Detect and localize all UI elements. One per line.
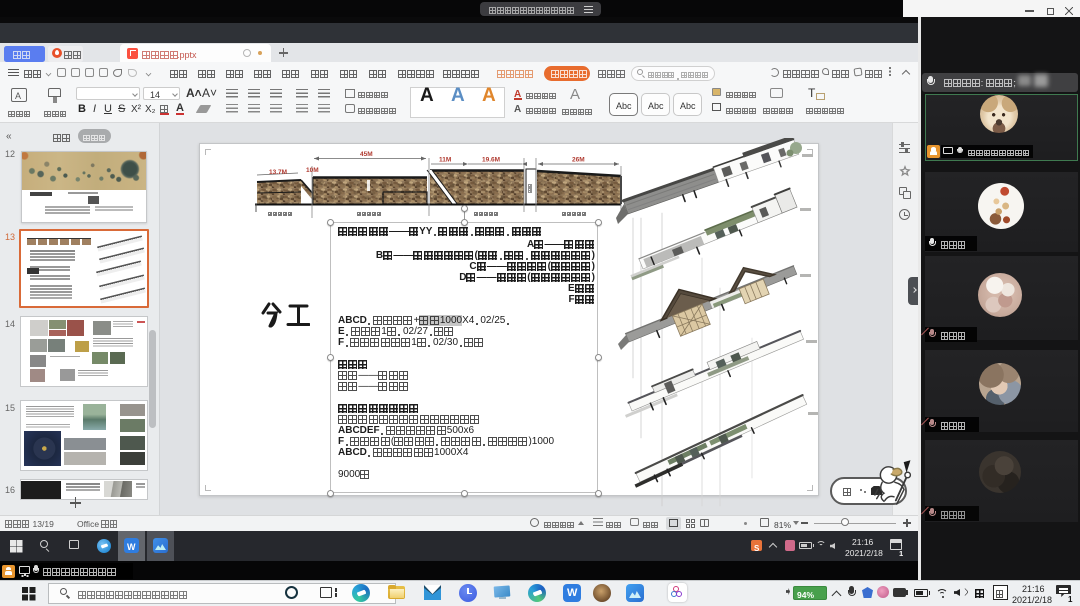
svg-text:19.6M: 19.6M <box>482 157 500 164</box>
svg-text:45M: 45M <box>360 151 373 158</box>
svg-text:10M: 10M <box>306 167 319 174</box>
svg-text:26M: 26M <box>572 157 585 164</box>
svg-text:13.7M: 13.7M <box>269 169 287 176</box>
svg-text:11M: 11M <box>439 157 451 164</box>
